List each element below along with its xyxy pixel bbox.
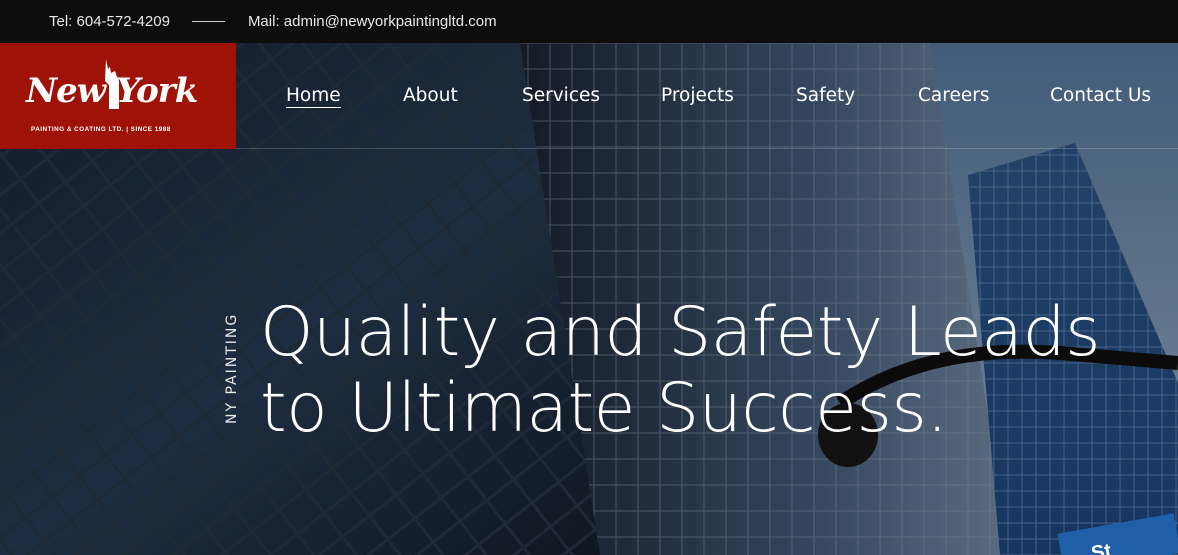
site-logo[interactable]: New York PAINTING & COATING LTD. | SINCE… (0, 43, 236, 149)
top-bar: Tel: 604-572-4209 Mail: admin@newyorkpai… (0, 0, 1178, 43)
nav-home[interactable]: Home (286, 85, 341, 108)
nav-safety[interactable]: Safety (796, 85, 855, 106)
phone-link[interactable]: Tel: 604-572-4209 (49, 13, 170, 30)
main-nav: Home About Services Projects Safety Care… (236, 43, 1178, 149)
logo-tagline: PAINTING & COATING LTD. | SINCE 1988 (31, 126, 171, 133)
nav-contact-us[interactable]: Contact Us (1050, 85, 1151, 106)
hero-kicker: NY PAINTING (224, 312, 240, 424)
hero-headline-line2: to Ultimate Success. (260, 369, 948, 448)
logo-script-text: New York (26, 71, 198, 111)
hero-headline: Quality and Safety Leads to Ultimate Suc… (260, 295, 1140, 447)
nav-projects[interactable]: Projects (661, 85, 734, 106)
nav-services[interactable]: Services (522, 85, 600, 106)
topbar-divider (191, 21, 225, 22)
email-link[interactable]: Mail: admin@newyorkpaintingltd.com (248, 13, 497, 30)
nav-about[interactable]: About (403, 85, 458, 106)
nav-careers[interactable]: Careers (918, 85, 989, 106)
hero-headline-line1: Quality and Safety Leads (260, 293, 1101, 372)
